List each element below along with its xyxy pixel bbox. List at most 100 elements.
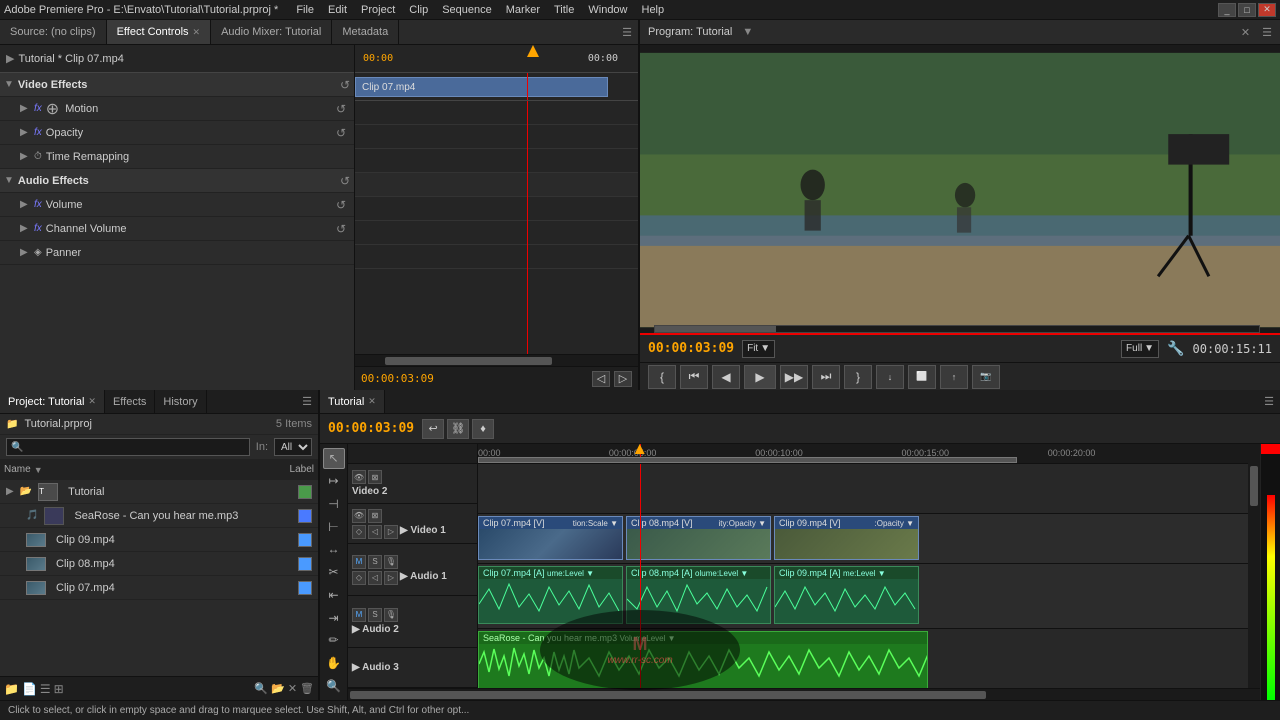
mark-out-button[interactable]: } xyxy=(844,365,872,389)
timeline-h-scrollbar[interactable] xyxy=(348,688,1260,700)
volume-item[interactable]: ▶ fx Volume ↺ xyxy=(0,193,354,217)
channel-volume-item[interactable]: ▶ fx Channel Volume ↺ xyxy=(0,217,354,241)
clear-icon[interactable]: ✕ xyxy=(288,682,297,695)
monitor-menu-icon[interactable]: ☰ xyxy=(1262,26,1272,39)
hand-tool-button[interactable]: ✋ xyxy=(323,653,345,674)
tab-project-close[interactable]: ✕ xyxy=(88,396,96,407)
go-to-out-button[interactable]: ⏭ xyxy=(812,365,840,389)
audio1-arrow-right[interactable]: ▷ xyxy=(384,571,398,585)
step-forward-button[interactable]: ▶▶ xyxy=(780,365,808,389)
tab-tutorial-timeline[interactable]: Tutorial ✕ xyxy=(320,390,385,413)
audio1-mic-button[interactable]: 🎙 xyxy=(384,555,398,569)
snap-to-timeline-button[interactable]: ↩ xyxy=(422,419,444,439)
add-marker-button[interactable]: ♦ xyxy=(472,419,494,439)
video1-sync-button[interactable]: ⊠ xyxy=(368,509,382,523)
video1-eye-button[interactable]: 👁 xyxy=(352,509,366,523)
audio1-keyframe-button[interactable]: ◇ xyxy=(352,571,366,585)
audio1-solo-button[interactable]: S xyxy=(368,555,382,569)
pen-tool-button[interactable]: ✏ xyxy=(323,630,345,651)
zoom-tool-button[interactable]: 🔍 xyxy=(323,675,345,696)
clip-a1-clip07[interactable]: Clip 07.mp4 [A] ume:Level ▼ xyxy=(478,566,623,624)
in-dropdown[interactable]: All xyxy=(274,438,312,456)
search-input[interactable] xyxy=(26,442,244,453)
project-menu-icon[interactable]: ☰ xyxy=(302,395,312,408)
icon-view-icon[interactable]: ⊞ xyxy=(54,682,64,696)
video1-arrow-right-button[interactable]: ▷ xyxy=(384,525,398,539)
track-audio1[interactable]: Clip 07.mp4 [A] ume:Level ▼ xyxy=(478,564,1248,629)
tab-project[interactable]: Project: Tutorial ✕ xyxy=(0,390,105,413)
clip-v1-clip08[interactable]: Clip 08.mp4 [V] ity:Opacity ▼ xyxy=(626,516,771,560)
list-item[interactable]: Clip 07.mp4 xyxy=(0,576,318,600)
audio-effects-header[interactable]: ▼ Audio Effects ↺ xyxy=(0,169,354,193)
tab-audio-mixer[interactable]: Audio Mixer: Tutorial xyxy=(211,20,332,44)
time-remapping-item[interactable]: ▶ ⏱ Time Remapping xyxy=(0,145,354,169)
menu-window[interactable]: Window xyxy=(582,3,633,17)
slide-tool-button[interactable]: ⇥ xyxy=(323,607,345,628)
folder-icon[interactable]: 📂 xyxy=(271,682,285,695)
search-box[interactable]: 🔍 xyxy=(6,438,250,456)
extract-button[interactable]: 📷 xyxy=(972,365,1000,389)
play-button[interactable]: ▶ xyxy=(744,365,776,389)
menu-sequence[interactable]: Sequence xyxy=(436,3,498,17)
video1-arrow-left-button[interactable]: ◁ xyxy=(368,525,382,539)
clip-a1-clip09[interactable]: Clip 09.mp4 [A] me:Level ▼ xyxy=(774,566,919,624)
tab-history[interactable]: History xyxy=(155,390,206,413)
clip-a2-searose[interactable]: SeaRose - Can you hear me.mp3 VolumeLeve… xyxy=(478,631,928,688)
goto-out-button[interactable]: ▷ xyxy=(614,371,632,387)
razor-tool-button[interactable]: ✂ xyxy=(323,562,345,583)
lift-button[interactable]: ↑ xyxy=(940,365,968,389)
full-dropdown[interactable]: Full ▼ xyxy=(1121,340,1159,358)
video2-sync-button[interactable]: ⊠ xyxy=(368,470,382,484)
tab-effect-controls-close[interactable]: ✕ xyxy=(193,27,201,38)
ripple-edit-tool-button[interactable]: ⊣ xyxy=(323,493,345,514)
volume-reset-icon[interactable]: ↺ xyxy=(336,198,346,212)
selection-tool-button[interactable]: ↖ xyxy=(323,448,345,469)
wrench-icon[interactable]: 🔧 xyxy=(1167,340,1184,357)
maximize-button[interactable]: □ xyxy=(1238,3,1256,17)
motion-reset-icon[interactable]: ↺ xyxy=(336,102,346,116)
timeline-menu-icon[interactable]: ☰ xyxy=(1264,395,1274,408)
go-to-in-button[interactable]: ⏮ xyxy=(680,365,708,389)
audio2-mic-button[interactable]: 🎙 xyxy=(384,608,398,622)
video2-toggle-button[interactable]: 👁 xyxy=(352,470,366,484)
audio-effects-reset-icon[interactable]: ↺ xyxy=(340,174,350,188)
minimize-button[interactable]: _ xyxy=(1218,3,1236,17)
rolling-edit-tool-button[interactable]: ⊢ xyxy=(323,516,345,537)
clip-v1-clip09[interactable]: Clip 09.mp4 [V] :Opacity ▼ xyxy=(774,516,919,560)
new-bin-icon[interactable]: 📁 xyxy=(4,682,19,696)
track-video1[interactable]: Clip 07.mp4 [V] tion:Scale ▼ xyxy=(478,514,1248,564)
track-audio2[interactable]: SeaRose - Can you hear me.mp3 VolumeLeve… xyxy=(478,629,1248,688)
effect-h-scrollbar-thumb[interactable] xyxy=(385,357,552,365)
delete-icon[interactable]: 🗑 xyxy=(300,682,314,695)
effect-h-scrollbar[interactable] xyxy=(355,354,638,366)
audio1-mute-button[interactable]: M xyxy=(352,555,366,569)
tab-tutorial-close[interactable]: ✕ xyxy=(368,396,376,407)
work-area-bar[interactable] xyxy=(478,457,1017,463)
video1-keyframe-button[interactable]: ◇ xyxy=(352,525,366,539)
channel-volume-reset-icon[interactable]: ↺ xyxy=(336,222,346,236)
rate-stretch-tool-button[interactable]: ↔ xyxy=(323,539,345,560)
audio2-solo-button[interactable]: S xyxy=(368,608,382,622)
track-video2[interactable] xyxy=(478,464,1248,514)
menu-marker[interactable]: Marker xyxy=(500,3,546,17)
goto-in-button[interactable]: ◁ xyxy=(592,371,610,387)
menu-project[interactable]: Project xyxy=(355,3,401,17)
list-view-icon[interactable]: ☰ xyxy=(40,682,51,696)
menu-clip[interactable]: Clip xyxy=(403,3,434,17)
slip-tool-button[interactable]: ⇤ xyxy=(323,584,345,605)
motion-item[interactable]: ▶ fx ⊕ Motion ↺ xyxy=(0,97,354,121)
list-item[interactable]: ▶ 📂 T Tutorial xyxy=(0,480,318,504)
menu-title[interactable]: Title xyxy=(548,3,580,17)
tab-effects[interactable]: Effects xyxy=(105,390,155,413)
tab-source[interactable]: Source: (no clips) xyxy=(0,20,107,44)
insert-button[interactable]: ↓ xyxy=(876,365,904,389)
audio1-arrow-left[interactable]: ◁ xyxy=(368,571,382,585)
fit-dropdown[interactable]: Fit ▼ xyxy=(742,340,775,358)
tab-effect-controls[interactable]: Effect Controls ✕ xyxy=(107,20,212,44)
audio2-mute-button[interactable]: M xyxy=(352,608,366,622)
timeline-v-scrollbar-thumb[interactable] xyxy=(1250,466,1258,506)
new-item-icon[interactable]: 📄 xyxy=(22,682,37,696)
video-effects-reset-icon[interactable]: ↺ xyxy=(340,78,350,92)
timeline-v-scrollbar[interactable] xyxy=(1248,464,1260,688)
linked-selection-button[interactable]: ⛓ xyxy=(447,419,469,439)
